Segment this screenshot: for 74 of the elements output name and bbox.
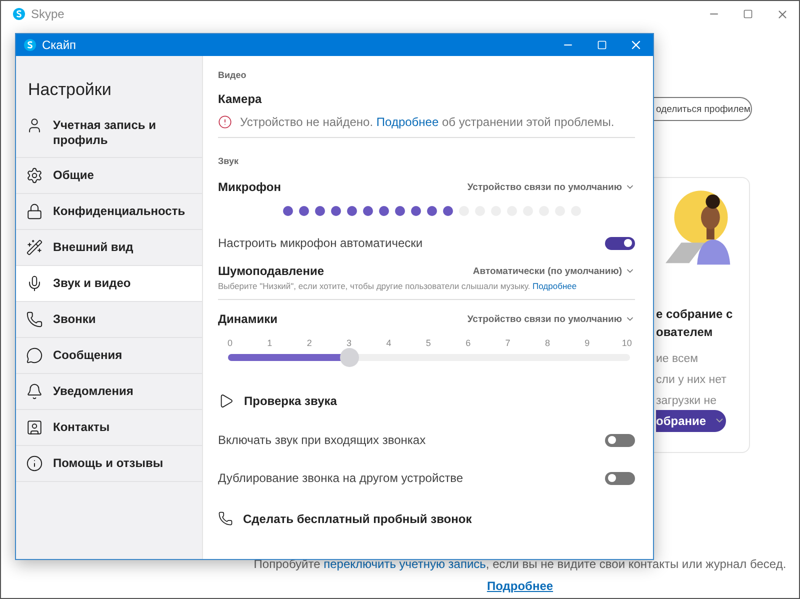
test-call-button[interactable]: Сделать бесплатный пробный звонок bbox=[218, 511, 635, 526]
tick-label: 1 bbox=[266, 338, 274, 348]
window-title: Skype bbox=[31, 7, 64, 21]
tick-label: 0 bbox=[226, 338, 234, 348]
switch-account-link[interactable]: переключить учетную запись bbox=[324, 557, 486, 571]
section-label: Видео bbox=[218, 70, 248, 80]
skype-logo-icon bbox=[13, 8, 25, 20]
chat-bubble-icon bbox=[26, 347, 43, 364]
sidebar-item[interactable]: Помощь и отзывы bbox=[16, 446, 202, 482]
tick-label: 8 bbox=[544, 338, 551, 348]
setting-label: Дублирование звонка на другом устройстве bbox=[218, 471, 464, 485]
phone-icon bbox=[218, 511, 233, 526]
test-sound-button[interactable]: Проверка звука bbox=[218, 393, 635, 409]
card-title-line: ователем bbox=[656, 324, 714, 341]
sidebar-item[interactable]: Общие bbox=[16, 158, 202, 194]
setting-label: Шумоподавление bbox=[218, 264, 324, 278]
noise-dropdown[interactable]: Автоматически (по умолчанию) bbox=[472, 266, 635, 276]
card-text-line: сли у них нет bbox=[656, 372, 728, 388]
dialog-title: Скайп bbox=[42, 38, 76, 52]
alert-icon bbox=[218, 115, 232, 129]
phone-icon bbox=[26, 311, 43, 328]
play-icon bbox=[218, 393, 234, 409]
setting-label: Микрофон bbox=[218, 180, 281, 194]
learn-more-link[interactable]: Подробнее bbox=[486, 579, 554, 593]
tick-label: 6 bbox=[464, 338, 472, 348]
tick-label: 3 bbox=[346, 338, 353, 348]
sidebar-item[interactable]: Конфиденциальность bbox=[16, 194, 202, 230]
sidebar-item[interactable]: Звук и видео bbox=[16, 266, 202, 302]
tick-label: 5 bbox=[424, 338, 432, 348]
card-title-line: е собрание с bbox=[656, 306, 734, 323]
sidebar-item[interactable]: Звонки bbox=[16, 302, 202, 338]
hint-text: Выберите "Низкий", если хотите, чтобы другие пользователи слышали музыку. Подробнее bbox=[218, 281, 635, 300]
close-icon bbox=[776, 8, 788, 20]
maximize-icon bbox=[743, 9, 753, 19]
tick-label: 4 bbox=[385, 338, 392, 348]
toggle-switch[interactable] bbox=[605, 434, 635, 446]
bell-icon bbox=[26, 383, 43, 400]
sidebar-item[interactable]: Уведомления bbox=[16, 374, 202, 410]
sidebar-item[interactable]: Контакты bbox=[16, 410, 202, 446]
sidebar-item[interactable]: Сообщения bbox=[16, 338, 202, 374]
toggle-switch[interactable] bbox=[605, 472, 635, 484]
learn-more-link[interactable]: Подробнее bbox=[376, 115, 439, 129]
magic-wand-icon bbox=[26, 239, 43, 256]
learn-more-link[interactable]: Подробнее bbox=[532, 281, 577, 291]
card-text-line: загрузки не bbox=[656, 394, 718, 409]
info-icon bbox=[26, 455, 43, 472]
settings-icon bbox=[26, 167, 43, 184]
microphone-icon bbox=[26, 275, 43, 292]
maximize-icon bbox=[597, 40, 607, 50]
section-label: Звук bbox=[218, 156, 240, 166]
setting-label: Динамики bbox=[218, 312, 278, 326]
error-message: Устройство не найдено. Подробнее об устранении этой проблемы. bbox=[240, 115, 614, 129]
sidebar-item[interactable]: Учетная запись и профиль bbox=[16, 108, 202, 158]
device-dropdown[interactable]: Устройство связи по умолчанию bbox=[467, 182, 635, 192]
slider-thumb[interactable] bbox=[340, 348, 359, 367]
skype-logo-icon bbox=[24, 39, 36, 51]
setting-label: Включать звук при входящих звонках bbox=[218, 433, 426, 447]
contact-card-icon bbox=[26, 419, 43, 436]
tick-label: 2 bbox=[306, 338, 313, 348]
setting-label: Настроить микрофон автоматически bbox=[218, 236, 423, 250]
tick-label: 9 bbox=[584, 338, 591, 348]
tick-label: 7 bbox=[504, 338, 512, 348]
person-icon bbox=[26, 117, 43, 134]
setting-label: Камера bbox=[218, 92, 263, 106]
toggle-switch[interactable] bbox=[605, 236, 635, 250]
meeting-button[interactable]: обрание bbox=[656, 410, 726, 432]
lock-icon bbox=[26, 203, 43, 220]
device-dropdown[interactable]: Устройство связи по умолчанию bbox=[467, 314, 635, 324]
share-profile-button[interactable]: оделиться профилем bbox=[652, 97, 752, 121]
sidebar-heading: Настройки bbox=[27, 79, 112, 101]
card-text-line: ие всем bbox=[656, 352, 700, 367]
footer-text: Попробуйте переключить учетную запись, если вы не видите свои контакты или журнал бесед. bbox=[254, 557, 786, 571]
close-icon bbox=[629, 38, 643, 52]
tick-label: 10 bbox=[620, 338, 633, 348]
